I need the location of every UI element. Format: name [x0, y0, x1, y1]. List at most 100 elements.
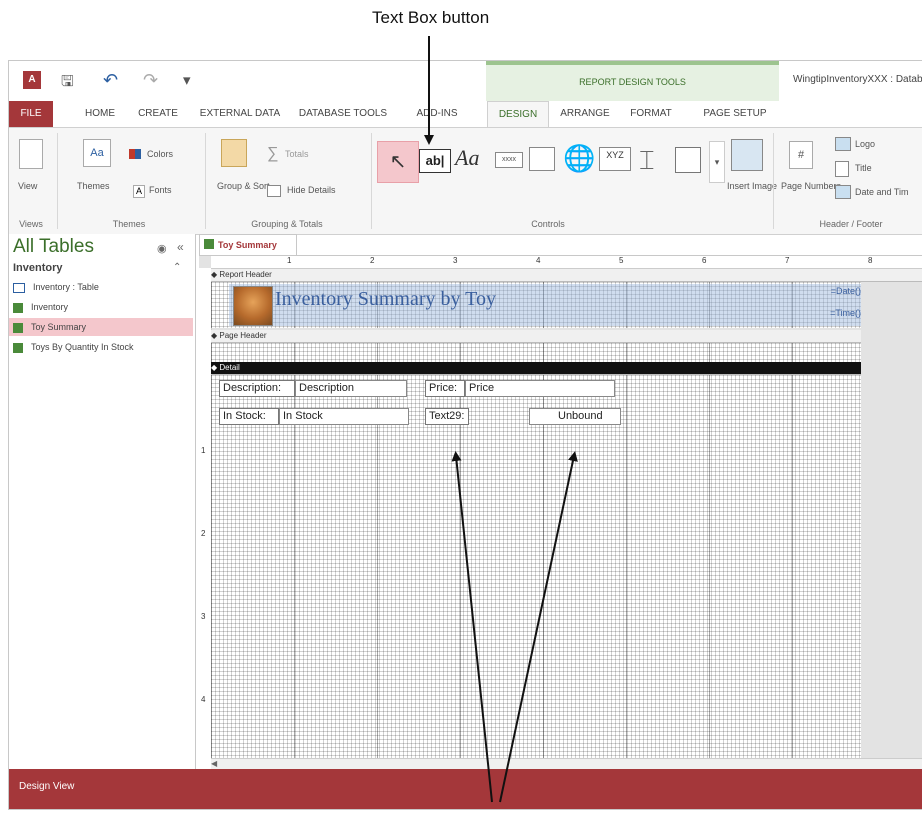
description-textbox[interactable]: Description	[295, 380, 407, 397]
command-button-control[interactable]: xxxx	[495, 152, 523, 168]
ruler-mark: 1	[201, 446, 206, 455]
tab-design[interactable]: DESIGN	[487, 101, 549, 129]
select-pointer-button[interactable]: ↖	[377, 141, 419, 183]
tab-home[interactable]: HOME	[75, 101, 125, 127]
nav-item[interactable]: Inventory	[9, 298, 193, 316]
view-icon[interactable]	[19, 139, 43, 169]
price-label[interactable]: Price:	[425, 380, 465, 397]
price-textbox[interactable]: Price	[465, 380, 615, 397]
title-button-label[interactable]: Title	[855, 163, 872, 173]
page-numbers-button-label[interactable]: Page Numbers	[781, 181, 841, 191]
undo-icon[interactable]: ↶	[103, 70, 118, 91]
insert-image-icon[interactable]	[731, 139, 763, 171]
ruler-mark: 2	[370, 256, 375, 265]
group-separator	[773, 133, 774, 229]
new-unbound-textbox[interactable]: Unbound	[529, 408, 621, 425]
tab-add-ins[interactable]: ADD-INS	[405, 101, 469, 127]
group-sort-button-label[interactable]: Group & Sort	[217, 181, 270, 191]
view-button-label[interactable]: View	[18, 181, 37, 191]
in-stock-textbox[interactable]: In Stock	[279, 408, 409, 425]
nav-item[interactable]: Inventory : Table	[9, 278, 193, 296]
logo-icon[interactable]	[835, 137, 851, 151]
themes-group-label: Themes	[112, 219, 146, 229]
fonts-button-label[interactable]: Fonts	[149, 185, 172, 195]
rectangle-control-icon[interactable]	[675, 147, 701, 173]
more-controls-dropdown[interactable]: ▾	[709, 141, 725, 183]
group-separator	[57, 133, 58, 229]
line-control-icon[interactable]: ⌶	[639, 145, 655, 177]
text-box-button[interactable]: ab|	[419, 149, 451, 173]
chart-control-icon[interactable]: XYZ	[599, 147, 631, 171]
totals-icon[interactable]: ∑	[267, 145, 278, 163]
page-header-section-bar[interactable]: ◆ Page Header	[211, 330, 922, 343]
hyperlink-icon[interactable]: 🌐	[563, 143, 595, 174]
save-icon[interactable]: 🖫	[61, 71, 74, 96]
new-textbox-label[interactable]: Text29:	[425, 408, 469, 425]
tab-file[interactable]: FILE	[9, 101, 53, 127]
title-icon[interactable]	[835, 161, 849, 177]
label-control-button[interactable]: Aa	[455, 145, 479, 171]
nav-item-label: Toys By Quantity In Stock	[31, 342, 134, 352]
status-text: Design View	[19, 781, 75, 792]
nav-item-selected[interactable]: Toy Summary	[9, 318, 193, 336]
customize-toolbar-icon[interactable]: ▾	[183, 71, 191, 89]
in-stock-label[interactable]: In Stock:	[219, 408, 279, 425]
time-expression[interactable]: =Time()	[811, 308, 861, 318]
tab-control-icon[interactable]	[529, 147, 555, 171]
logo-image[interactable]	[233, 286, 273, 326]
views-group-label: Views	[19, 219, 43, 229]
nav-group-header[interactable]: Inventory	[13, 262, 63, 274]
themes-button-label[interactable]: Themes	[77, 181, 110, 191]
tab-format[interactable]: FORMAT	[621, 101, 681, 127]
grouping-group-label: Grouping & Totals	[251, 219, 323, 229]
nav-group-collapse-icon[interactable]: ⌃	[173, 262, 181, 273]
colors-button-label[interactable]: Colors	[147, 149, 173, 159]
colors-icon[interactable]	[129, 149, 141, 159]
redo-icon[interactable]: ↷	[143, 70, 158, 91]
report-header-section-bar[interactable]: ◆ Report Header	[211, 269, 922, 282]
logo-button-label[interactable]: Logo	[855, 139, 875, 149]
totals-button-label[interactable]: Totals	[285, 149, 309, 159]
tab-page-setup[interactable]: PAGE SETUP	[697, 101, 773, 127]
tab-database-tools[interactable]: DATABASE TOOLS	[293, 101, 393, 127]
ruler-mark: 3	[201, 612, 206, 621]
insert-image-button-label[interactable]: Insert Image	[727, 181, 777, 191]
report-icon	[204, 239, 214, 249]
report-icon	[13, 302, 23, 313]
ruler-mark: 6	[702, 256, 707, 265]
ruler-mark: 1	[287, 256, 292, 265]
fonts-icon[interactable]: A	[133, 185, 145, 198]
description-label[interactable]: Description:	[219, 380, 295, 397]
window-title: WingtipInventoryXXX : Datab	[793, 74, 922, 85]
nav-item-label: Inventory : Table	[33, 282, 99, 292]
report-title-label[interactable]: Inventory Summary by Toy	[275, 288, 496, 311]
hide-details-icon[interactable]	[267, 185, 281, 197]
nav-collapse-icon[interactable]: «	[177, 240, 184, 254]
page-numbers-icon[interactable]: #	[789, 141, 813, 169]
document-tab[interactable]: Toy Summary	[199, 234, 297, 255]
document-tab-label: Toy Summary	[218, 240, 277, 250]
ruler-mark: 8	[868, 256, 873, 265]
date-time-button-label[interactable]: Date and Tim	[855, 187, 909, 197]
access-logo-icon: A	[23, 71, 41, 89]
nav-item-label: Toy Summary	[31, 322, 87, 332]
tab-arrange[interactable]: ARRANGE	[553, 101, 617, 127]
nav-title[interactable]: All Tables	[13, 236, 94, 258]
nav-options-icon[interactable]: ◉	[157, 242, 167, 255]
detail-section-bar[interactable]: ◆ Detail	[211, 362, 922, 375]
status-bar: Design View	[9, 769, 922, 809]
nav-item[interactable]: Toys By Quantity In Stock	[9, 338, 193, 356]
themes-icon[interactable]: Aa	[83, 139, 111, 167]
date-time-icon[interactable]	[835, 185, 851, 199]
hide-details-button-label[interactable]: Hide Details	[287, 185, 336, 195]
navigation-pane: All Tables ◉ « Inventory ⌃ Inventory : T…	[9, 234, 196, 769]
detail-band	[211, 375, 861, 758]
controls-group-label: Controls	[531, 219, 565, 229]
group-sort-icon[interactable]	[221, 139, 247, 167]
date-expression[interactable]: =Date()	[811, 286, 861, 296]
report-icon	[13, 342, 23, 353]
tab-create[interactable]: CREATE	[131, 101, 185, 127]
tab-external-data[interactable]: EXTERNAL DATA	[195, 101, 285, 127]
ruler-mark: 4	[536, 256, 541, 265]
ruler-mark: 5	[619, 256, 624, 265]
